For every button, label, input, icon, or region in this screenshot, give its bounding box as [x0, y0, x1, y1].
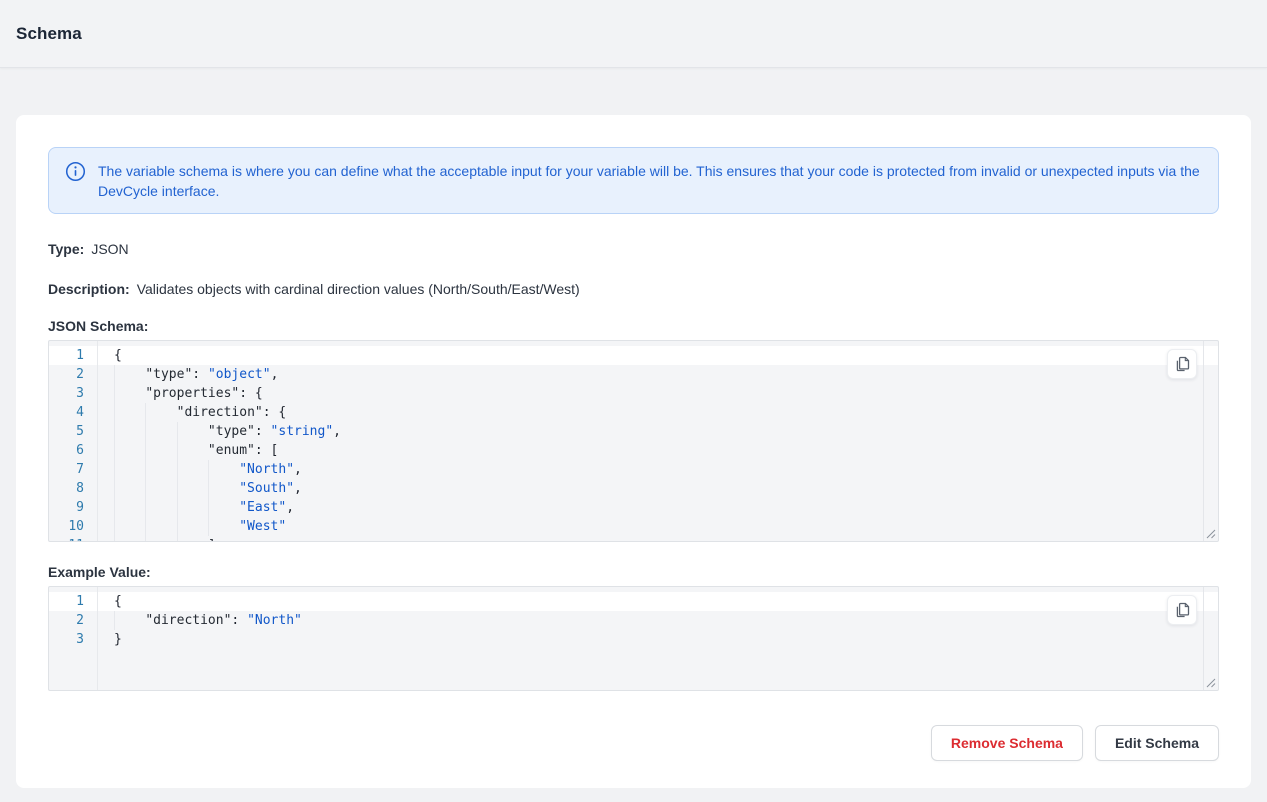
indent-guide — [208, 460, 209, 479]
indent-guide — [114, 479, 115, 498]
description-label: Description: — [48, 281, 130, 297]
indent-guide — [114, 517, 115, 536]
line-number: 5 — [49, 422, 97, 441]
indent-guide — [114, 403, 115, 422]
resize-grip[interactable] — [1205, 677, 1217, 689]
line-number: 11 — [49, 536, 97, 542]
indent-guide — [177, 536, 178, 542]
indent-guide — [177, 517, 178, 536]
line-number: 9 — [49, 498, 97, 517]
indent-guide — [177, 460, 178, 479]
json-schema-label: JSON Schema: — [48, 316, 1219, 336]
indent-guide — [145, 403, 146, 422]
info-circle-icon — [65, 161, 86, 182]
code-line: "North", — [97, 460, 1218, 479]
line-numbers: 123 — [49, 592, 97, 649]
actions-row: Remove Schema Edit Schema — [48, 725, 1219, 761]
resize-grip[interactable] — [1205, 528, 1217, 540]
indent-guide — [114, 460, 115, 479]
copy-icon — [1174, 602, 1190, 618]
indent-guide — [145, 479, 146, 498]
code-line: ] — [97, 536, 1218, 542]
line-number: 3 — [49, 630, 97, 649]
info-alert: The variable schema is where you can def… — [48, 147, 1219, 214]
indent-guide — [114, 498, 115, 517]
edit-schema-button[interactable]: Edit Schema — [1095, 725, 1219, 761]
code-lines: { "direction": "North"} — [97, 592, 1218, 649]
code-line: "direction": "North" — [97, 611, 1218, 630]
indent-guide — [114, 441, 115, 460]
indent-guide — [177, 422, 178, 441]
code-line: { — [97, 346, 1218, 365]
example-value-editor[interactable]: 123 { "direction": "North"} — [48, 586, 1219, 691]
type-value: JSON — [91, 241, 128, 257]
code-line: { — [97, 592, 1218, 611]
json-schema-editor[interactable]: 1234567891011 { "type": "object", "prope… — [48, 340, 1219, 542]
line-number: 1 — [49, 592, 97, 611]
code-line: "West" — [97, 517, 1218, 536]
indent-guide — [145, 517, 146, 536]
code-line: "properties": { — [97, 384, 1218, 403]
line-number: 7 — [49, 460, 97, 479]
code-line: "type": "string", — [97, 422, 1218, 441]
code-line: "enum": [ — [97, 441, 1218, 460]
type-label: Type: — [48, 241, 84, 257]
indent-guide — [177, 498, 178, 517]
copy-button[interactable] — [1167, 349, 1197, 379]
code-line: "South", — [97, 479, 1218, 498]
indent-guide — [145, 460, 146, 479]
indent-guide — [208, 479, 209, 498]
schema-card: The variable schema is where you can def… — [16, 115, 1251, 788]
indent-guide — [114, 384, 115, 403]
indent-guide — [114, 365, 115, 384]
description-value: Validates objects with cardinal directio… — [137, 281, 580, 297]
description-field: Description: Validates objects with cardi… — [48, 279, 1219, 299]
copy-icon — [1174, 356, 1190, 372]
line-number: 4 — [49, 403, 97, 422]
example-value-label: Example Value: — [48, 562, 1219, 582]
line-numbers: 1234567891011 — [49, 346, 97, 542]
page-title: Schema — [16, 24, 82, 44]
code-line: "type": "object", — [97, 365, 1218, 384]
code-line: } — [97, 630, 1218, 649]
page-header: Schema — [0, 0, 1267, 68]
code-lines: { "type": "object", "properties": { "dir… — [97, 346, 1218, 542]
indent-guide — [114, 422, 115, 441]
indent-guide — [145, 422, 146, 441]
gutter-divider — [97, 587, 98, 690]
indent-guide — [208, 498, 209, 517]
type-field: Type: JSON — [48, 239, 1219, 259]
line-number: 3 — [49, 384, 97, 403]
line-number: 1 — [49, 346, 97, 365]
indent-guide — [145, 536, 146, 542]
line-number: 10 — [49, 517, 97, 536]
indent-guide — [145, 498, 146, 517]
line-number: 2 — [49, 611, 97, 630]
line-number: 2 — [49, 365, 97, 384]
copy-button[interactable] — [1167, 595, 1197, 625]
schema-page: Schema The variable schema is where you … — [0, 0, 1267, 802]
line-number: 8 — [49, 479, 97, 498]
indent-guide — [145, 441, 146, 460]
alert-text: The variable schema is where you can def… — [98, 160, 1202, 201]
code-line: "East", — [97, 498, 1218, 517]
indent-guide — [177, 441, 178, 460]
scrollbar-track-divider — [1203, 341, 1204, 541]
remove-schema-button[interactable]: Remove Schema — [931, 725, 1083, 761]
indent-guide — [208, 517, 209, 536]
scrollbar-track-divider — [1203, 587, 1204, 690]
gutter-divider — [97, 341, 98, 541]
indent-guide — [114, 536, 115, 542]
indent-guide — [114, 611, 115, 630]
line-number: 6 — [49, 441, 97, 460]
code-line: "direction": { — [97, 403, 1218, 422]
indent-guide — [177, 479, 178, 498]
